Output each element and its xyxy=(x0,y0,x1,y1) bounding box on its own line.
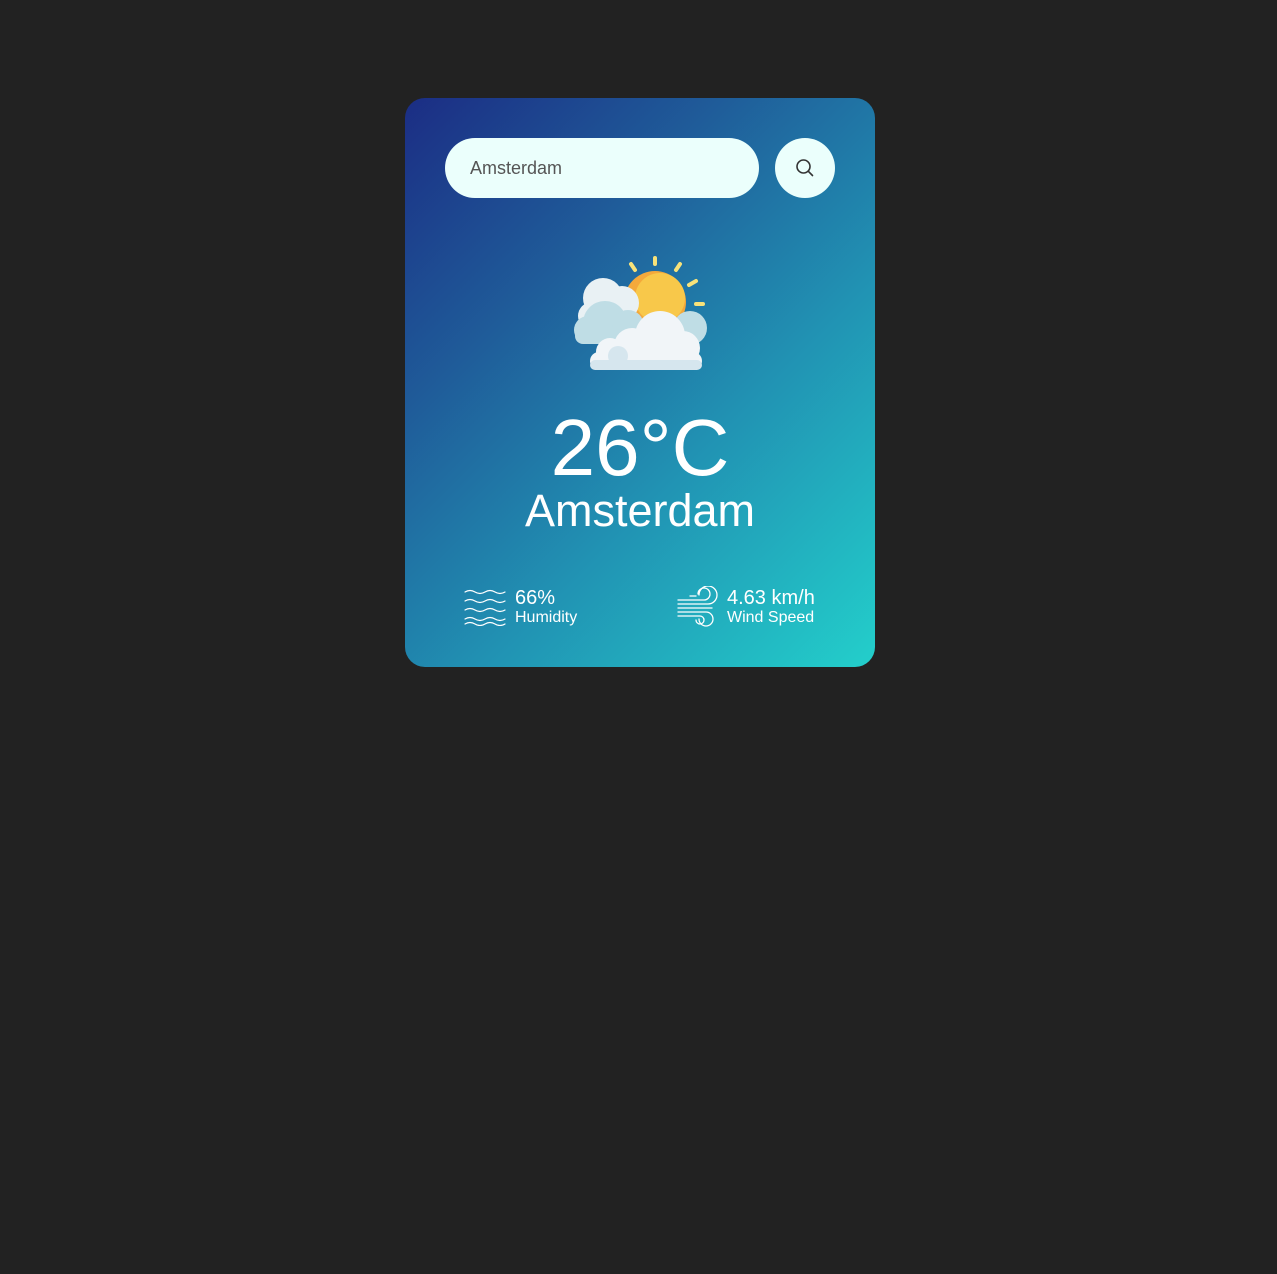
search-button[interactable] xyxy=(775,138,835,198)
humidity-value: 66% xyxy=(515,587,556,609)
humidity-detail: 66% Humidity xyxy=(463,586,577,628)
humidity-label: Humidity xyxy=(515,609,578,626)
temperature: 26°C xyxy=(550,403,730,492)
city-name: Amsterdam xyxy=(524,485,756,536)
search-input[interactable] xyxy=(445,138,759,198)
search-icon xyxy=(795,158,815,178)
wind-value: 4.63 km/h xyxy=(727,587,815,609)
search-bar xyxy=(445,138,835,198)
wind-detail: 4.63 km/h Wind Speed xyxy=(675,586,815,628)
wind-label: Wind Speed xyxy=(727,609,815,626)
partly-cloudy-icon xyxy=(570,248,710,378)
weather-card: 26°C Amsterdam 66% Humidity xyxy=(405,98,875,667)
wind-icon xyxy=(675,586,719,628)
humidity-waves-icon xyxy=(463,586,507,628)
